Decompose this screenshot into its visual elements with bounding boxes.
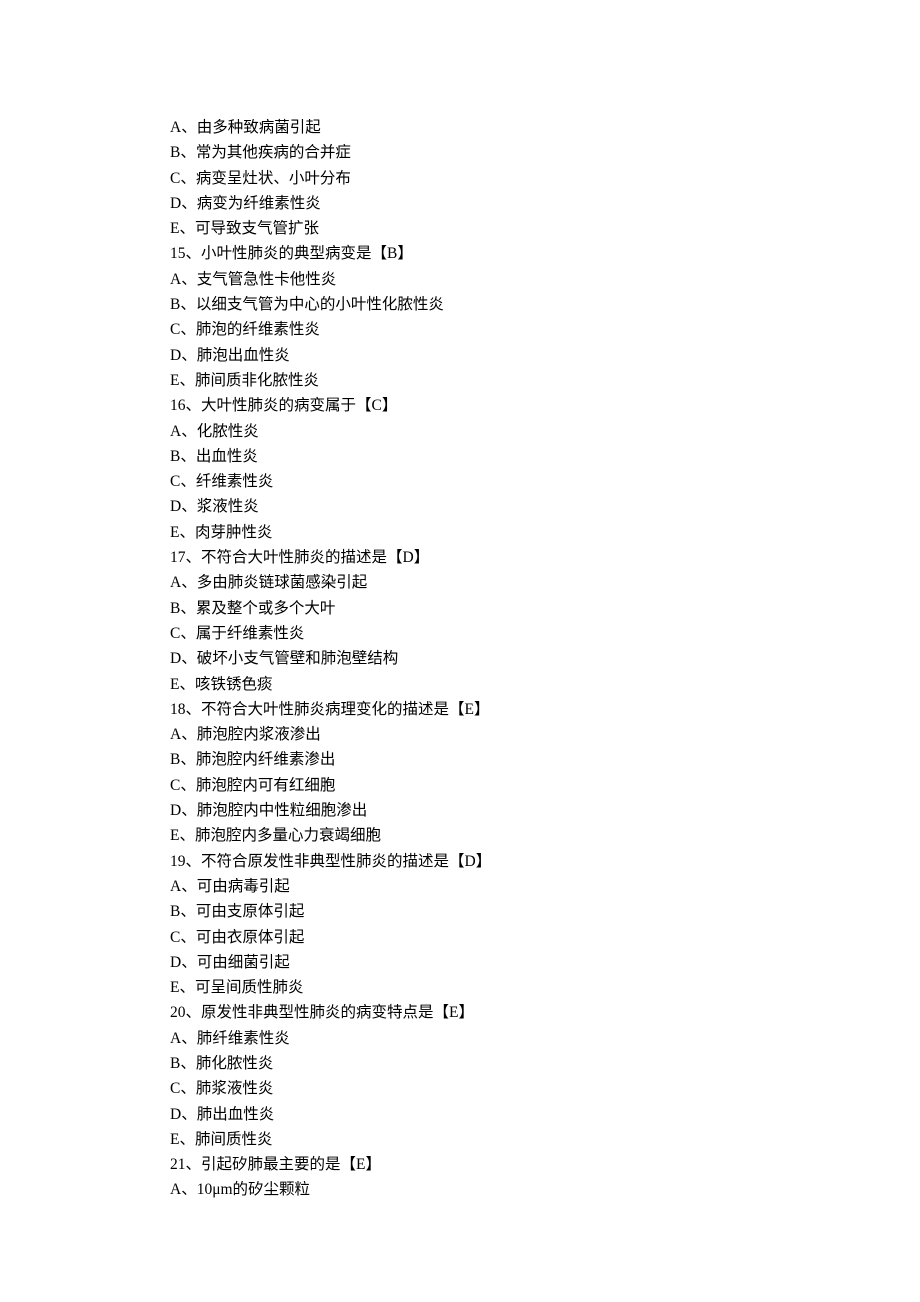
text-line: C、属于纤维素性炎 [170, 621, 750, 646]
question-line: 16、大叶性肺炎的病变属于【C】 [170, 393, 750, 418]
text-line: E、咳铁锈色痰 [170, 672, 750, 697]
text-line: B、肺化脓性炎 [170, 1051, 750, 1076]
text-line: D、可由细菌引起 [170, 950, 750, 975]
text-line: A、化脓性炎 [170, 419, 750, 444]
text-line: D、肺泡出血性炎 [170, 343, 750, 368]
question-line: 19、不符合原发性非典型性肺炎的描述是【D】 [170, 849, 750, 874]
text-line: C、病变呈灶状、小叶分布 [170, 166, 750, 191]
text-line: B、累及整个或多个大叶 [170, 596, 750, 621]
text-line: E、可导致支气管扩张 [170, 216, 750, 241]
text-line: B、肺泡腔内纤维素渗出 [170, 747, 750, 772]
text-line: D、肺泡腔内中性粒细胞渗出 [170, 798, 750, 823]
text-line: A、肺泡腔内浆液渗出 [170, 722, 750, 747]
text-line: D、浆液性炎 [170, 494, 750, 519]
question-line: 21、引起矽肺最主要的是【E】 [170, 1152, 750, 1177]
text-line: E、肺间质性炎 [170, 1127, 750, 1152]
text-line: C、肺浆液性炎 [170, 1076, 750, 1101]
question-line: 15、小叶性肺炎的典型病变是【B】 [170, 241, 750, 266]
question-line: 17、不符合大叶性肺炎的描述是【D】 [170, 545, 750, 570]
text-line: B、可由支原体引起 [170, 899, 750, 924]
text-line: A、10μm的矽尘颗粒 [170, 1177, 750, 1202]
text-line: C、纤维素性炎 [170, 469, 750, 494]
text-line: A、由多种致病菌引起 [170, 115, 750, 140]
question-line: 20、原发性非典型性肺炎的病变特点是【E】 [170, 1000, 750, 1025]
text-line: C、肺泡腔内可有红细胞 [170, 773, 750, 798]
text-line: E、肺间质非化脓性炎 [170, 368, 750, 393]
text-line: C、肺泡的纤维素性炎 [170, 317, 750, 342]
text-line: B、常为其他疾病的合并症 [170, 140, 750, 165]
document-page: A、由多种致病菌引起 B、常为其他疾病的合并症 C、病变呈灶状、小叶分布 D、病… [0, 0, 920, 1283]
text-line: A、多由肺炎链球菌感染引起 [170, 570, 750, 595]
text-line: B、以细支气管为中心的小叶性化脓性炎 [170, 292, 750, 317]
text-line: D、破坏小支气管壁和肺泡壁结构 [170, 646, 750, 671]
text-line: A、可由病毒引起 [170, 874, 750, 899]
text-line: E、肉芽肿性炎 [170, 520, 750, 545]
text-line: A、肺纤维素性炎 [170, 1026, 750, 1051]
question-line: 18、不符合大叶性肺炎病理变化的描述是【E】 [170, 697, 750, 722]
text-line: D、肺出血性炎 [170, 1102, 750, 1127]
text-line: E、可呈间质性肺炎 [170, 975, 750, 1000]
text-line: C、可由衣原体引起 [170, 925, 750, 950]
text-line: A、支气管急性卡他性炎 [170, 267, 750, 292]
text-line: B、出血性炎 [170, 444, 750, 469]
text-line: E、肺泡腔内多量心力衰竭细胞 [170, 823, 750, 848]
text-line: D、病变为纤维素性炎 [170, 191, 750, 216]
